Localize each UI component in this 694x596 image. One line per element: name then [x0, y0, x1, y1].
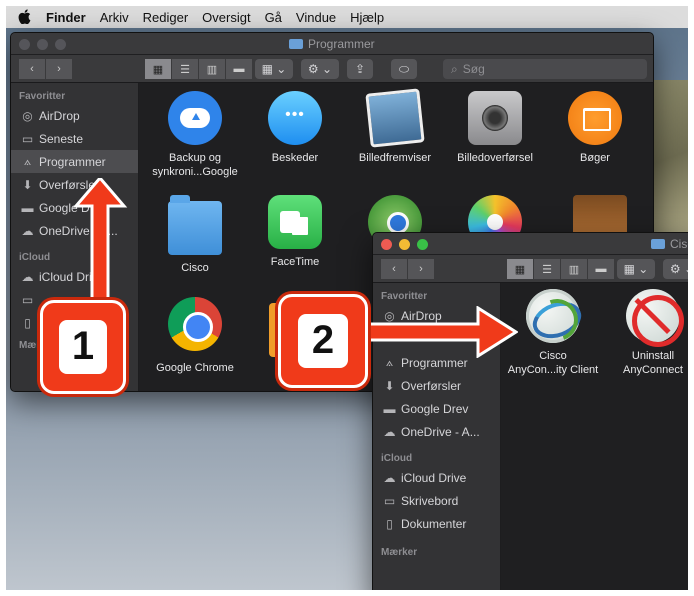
close-button[interactable]	[381, 239, 392, 250]
sidebar-header-favorites: Favoritter	[381, 291, 428, 302]
zoom-button[interactable]	[417, 239, 428, 250]
app-cisco-folder[interactable]: Cisco	[143, 195, 247, 275]
app-image-capture[interactable]: Billedoverførsel	[443, 91, 547, 165]
backup-sync-icon	[168, 91, 222, 145]
search-placeholder: Søg	[462, 62, 485, 76]
sidebar-item-recent[interactable]: ▭ Seneste	[11, 127, 138, 150]
forward-button[interactable]: ›	[46, 59, 72, 79]
app-facetime[interactable]: FaceTime	[243, 195, 347, 269]
document-icon: ▯	[386, 516, 393, 531]
action-gear-button[interactable]: ⚙ ⌄	[301, 59, 339, 79]
annotation-arrow-right	[348, 306, 518, 358]
folder-icon: ▬	[383, 401, 396, 416]
column-view-button[interactable]: ▥	[199, 59, 225, 79]
gallery-view-button[interactable]: ▬	[588, 259, 614, 279]
annotation-arrow-up	[72, 178, 128, 308]
cloud-icon: ☁	[383, 470, 396, 485]
window-title: Programmer	[308, 37, 375, 51]
minimize-button[interactable]	[399, 239, 410, 250]
cloud-icon: ☁	[21, 223, 34, 238]
tag-button[interactable]: ⬭	[391, 59, 417, 79]
gallery-view-button[interactable]: ▬	[226, 59, 252, 79]
sidebar-item-onedrive[interactable]: ☁ OneDrive - A...	[373, 420, 500, 443]
document-icon: ▯	[24, 315, 31, 330]
cloud-icon: ☁	[383, 424, 396, 439]
preview-icon	[365, 88, 425, 148]
sidebar-item-desktop[interactable]: ▭ Skrivebord	[373, 489, 500, 512]
group-by-button[interactable]: ▦ ⌄	[617, 259, 655, 279]
menu-vindue[interactable]: Vindue	[296, 10, 336, 25]
search-icon: ⌕	[451, 61, 458, 76]
uninstall-anyconnect-icon	[626, 289, 684, 347]
app-google-chrome[interactable]: Google Chrome	[143, 297, 247, 375]
sidebar-item-documents[interactable]: ▯ Dokumenter	[373, 512, 500, 535]
downloads-icon: ⬇	[22, 177, 33, 192]
file-grid: Cisco AnyCon...ity Client Uninstall AnyC…	[501, 283, 694, 596]
folder-icon	[651, 239, 665, 249]
cloud-icon: ☁	[21, 269, 34, 284]
toolbar: ‹ › ▦ ☰ ▥ ▬ ▦ ⌄ ⚙ ⌄	[373, 255, 694, 283]
sidebar-item-applications[interactable]: ⟑ Programmer	[11, 150, 138, 173]
downloads-icon: ⬇	[384, 378, 395, 393]
applications-icon: ⟑	[23, 154, 32, 168]
menu-rediger[interactable]: Rediger	[143, 10, 189, 25]
list-view-button[interactable]: ☰	[172, 59, 198, 79]
menu-arkiv[interactable]: Arkiv	[100, 10, 129, 25]
app-books[interactable]: Bøger	[543, 91, 647, 165]
sidebar-header-favorites: Favoritter	[19, 91, 66, 102]
icon-view-button[interactable]: ▦	[145, 59, 171, 79]
annotation-step-2: 2	[278, 294, 368, 388]
back-button[interactable]: ‹	[19, 59, 45, 79]
anyconnect-icon	[526, 289, 580, 343]
chrome-icon	[168, 297, 222, 351]
minimize-button[interactable]	[37, 39, 48, 50]
recent-icon: ▭	[21, 131, 34, 146]
books-icon	[568, 91, 622, 145]
annotation-step-1: 1	[40, 300, 126, 394]
app-preview[interactable]: Billedfremviser	[343, 88, 447, 165]
zoom-button[interactable]	[55, 39, 66, 50]
sidebar-item-google-drive[interactable]: ▬ Google Drev	[373, 397, 500, 420]
toolbar: ‹ › ▦ ☰ ▥ ▬ ▦ ⌄ ⚙ ⌄ ⇪ ⬭ ⌕ Søg	[11, 55, 653, 83]
share-button[interactable]: ⇪	[347, 59, 373, 79]
apple-menu-icon[interactable]	[18, 9, 32, 25]
sidebar-header-tags: Mærker	[381, 547, 418, 558]
app-backup-sync[interactable]: Backup og synkroni...Google	[143, 91, 247, 179]
sidebar-header-icloud: iCloud	[381, 453, 413, 464]
airdrop-icon: ◎	[22, 108, 33, 123]
menu-hjaelp[interactable]: Hjælp	[350, 10, 384, 25]
action-gear-button[interactable]: ⚙ ⌄	[663, 259, 694, 279]
desktop-icon: ▭	[383, 493, 396, 508]
folder-icon: ▬	[21, 200, 34, 215]
sidebar-item-downloads[interactable]: ⬇ Overførsler	[373, 374, 500, 397]
facetime-icon	[268, 195, 322, 249]
folder-icon	[289, 39, 303, 49]
sidebar-item-icloud-drive[interactable]: ☁ iCloud Drive	[373, 466, 500, 489]
menu-ga[interactable]: Gå	[265, 10, 282, 25]
list-view-button[interactable]: ☰	[534, 259, 560, 279]
forward-button[interactable]: ›	[408, 259, 434, 279]
back-button[interactable]: ‹	[381, 259, 407, 279]
titlebar: Programmer	[11, 33, 653, 55]
finder-window-cisco: Cisc ‹ › ▦ ☰ ▥ ▬ ▦ ⌄ ⚙ ⌄ Favoritter ◎ Air…	[372, 232, 694, 596]
icon-view-button[interactable]: ▦	[507, 259, 533, 279]
app-messages[interactable]: Beskeder	[243, 91, 347, 165]
close-button[interactable]	[19, 39, 30, 50]
image-capture-icon	[468, 91, 522, 145]
search-input[interactable]: ⌕ Søg	[443, 59, 647, 79]
window-title: Cisc	[670, 237, 694, 251]
titlebar: Cisc	[373, 233, 694, 255]
folder-icon	[168, 195, 222, 255]
menu-oversigt[interactable]: Oversigt	[202, 10, 250, 25]
app-uninstall-anyconnect[interactable]: Uninstall AnyConnect	[601, 289, 694, 377]
sidebar-item-airdrop[interactable]: ◎ AirDrop	[11, 104, 138, 127]
column-view-button[interactable]: ▥	[561, 259, 587, 279]
menu-bar: Finder Arkiv Rediger Oversigt Gå Vindue …	[6, 6, 688, 28]
messages-icon	[268, 91, 322, 145]
menu-finder[interactable]: Finder	[46, 10, 86, 25]
desktop-icon: ▭	[21, 292, 34, 307]
group-by-button[interactable]: ▦ ⌄	[255, 59, 293, 79]
